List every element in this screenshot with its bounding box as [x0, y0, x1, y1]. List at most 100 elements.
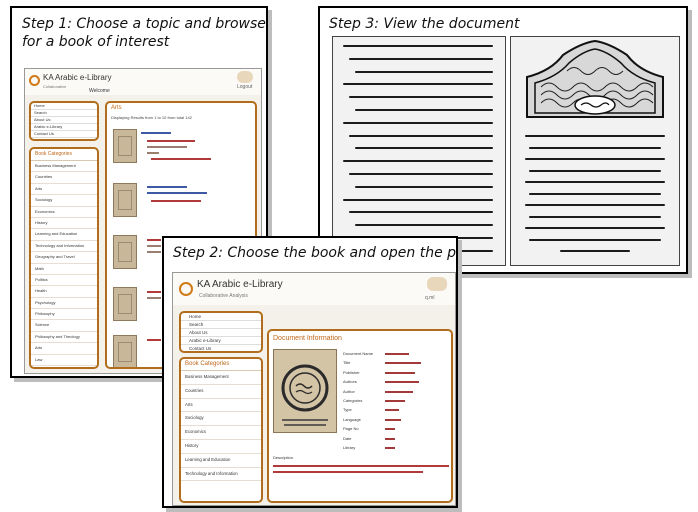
category-item[interactable]: Philosophy and Theology — [31, 332, 97, 344]
book-categories-heading: Book Categories — [181, 359, 261, 371]
field-value — [385, 381, 419, 384]
manuscript-text-line — [355, 185, 493, 188]
nav-item[interactable]: Contact Us — [31, 131, 97, 138]
category-item[interactable]: Languages — [31, 366, 97, 367]
category-item[interactable]: Arts — [31, 184, 97, 196]
field-value — [385, 353, 409, 355]
category-item[interactable]: Sociology — [31, 195, 97, 207]
nav-item[interactable]: About Us — [31, 117, 97, 124]
category-item[interactable]: Technology and Information — [31, 241, 97, 253]
description-label: Description — [273, 455, 294, 460]
manuscript-text-line — [355, 109, 493, 111]
library-header: KA Arabic e-Library Collaborative Welcom… — [25, 69, 261, 95]
category-item[interactable]: Math — [31, 264, 97, 275]
book-cover[interactable] — [113, 235, 137, 269]
cover-seal-icon — [281, 364, 329, 426]
category-item[interactable]: Economics — [181, 426, 261, 440]
library-name: KA Arabic e-Library — [197, 279, 283, 290]
field-label: Language — [343, 416, 361, 422]
manuscript-text-line — [349, 57, 493, 60]
library-logo-icon — [29, 75, 40, 86]
category-item[interactable]: Arts — [181, 399, 261, 413]
category-item[interactable]: History — [31, 218, 97, 230]
category-item[interactable]: Psychology — [31, 298, 97, 310]
library-name: KA Arabic e-Library — [43, 73, 112, 82]
nav-menu: Home Search About Us Arabic e-Library Co… — [29, 101, 99, 141]
nav-item[interactable]: Search — [181, 321, 261, 329]
category-item[interactable]: Geography and Travel — [31, 252, 97, 264]
nav-item[interactable]: Home — [31, 103, 97, 110]
manuscript-text-line — [525, 158, 665, 160]
category-item[interactable]: History — [181, 440, 261, 454]
manuscript-text-line — [355, 70, 493, 73]
field-value — [385, 400, 405, 402]
field-value — [385, 418, 401, 421]
manuscript-text-line — [525, 227, 665, 229]
category-item[interactable]: Business Management — [181, 371, 261, 385]
category-item[interactable]: Philosophy — [31, 309, 97, 321]
manuscript-text-line — [343, 160, 493, 163]
book-cover[interactable] — [113, 287, 137, 321]
field-value — [385, 371, 415, 374]
manuscript-text-line — [343, 121, 493, 124]
field-value — [385, 390, 413, 393]
category-item[interactable]: Politics — [31, 275, 97, 287]
library-logo-icon — [179, 282, 193, 296]
manuscript-text-line — [343, 45, 493, 47]
field-label: Publisher — [343, 369, 360, 375]
category-item[interactable]: Science — [31, 320, 97, 332]
library-subtitle: Collaborative — [43, 84, 67, 89]
category-item[interactable]: Learning and Education — [31, 229, 97, 241]
category-item[interactable]: Business Management — [31, 161, 97, 173]
manuscript-text-line — [355, 224, 493, 227]
nav-item[interactable]: Arabic e-Library — [31, 124, 97, 131]
nav-item[interactable]: Arabic e-Library — [181, 337, 261, 345]
book-cover[interactable] — [113, 335, 137, 367]
nav-item[interactable]: Contact Us — [181, 345, 261, 351]
corner-link[interactable]: q.ml — [425, 295, 434, 301]
manuscript-text-line — [349, 211, 493, 214]
field-value — [385, 362, 421, 365]
book-cover[interactable] — [113, 129, 137, 163]
corner-logo-icon — [237, 71, 253, 83]
field-label: Author — [343, 388, 355, 394]
category-item[interactable]: Countries — [31, 172, 97, 184]
manuscript-page-title — [510, 36, 680, 266]
category-item[interactable]: Arts — [31, 343, 97, 355]
category-item[interactable]: Economics — [31, 207, 97, 218]
field-label: Authors — [343, 379, 357, 385]
field-value — [385, 447, 395, 449]
step1-title-line1: Step 1: Choose a topic and browse — [22, 16, 266, 32]
results-summary: Displaying Results from 1 to 10 from tot… — [111, 115, 192, 120]
step3-panel: Step 3: View the document — [318, 6, 688, 274]
field-label: Page No — [343, 426, 359, 432]
nav-item[interactable]: Home — [181, 313, 261, 321]
book-categories-box: Book Categories Business Management Count… — [179, 357, 263, 503]
category-item[interactable]: Sociology — [181, 412, 261, 427]
manuscript-text-line — [529, 192, 661, 195]
library-screenshot-document: KA Arabic e-Library Collaborative Analys… — [172, 272, 456, 506]
manuscript-text-line — [349, 96, 493, 99]
category-item[interactable]: Health — [31, 286, 97, 298]
category-item[interactable]: Learning and Education — [181, 454, 261, 468]
manuscript-text-line — [525, 181, 665, 183]
manuscript-text-line — [525, 135, 665, 137]
book-categories-heading: Book Categories — [31, 149, 97, 161]
step3-title: Step 3: View the document — [329, 16, 520, 32]
category-item[interactable]: Law — [31, 355, 97, 367]
document-info-title: Document Information — [273, 335, 342, 342]
ornament-headpiece — [526, 39, 664, 118]
results-heading: Arts — [111, 105, 122, 111]
category-item[interactable]: Technology and Information — [181, 468, 261, 482]
manuscript-text-line — [349, 134, 493, 137]
manuscript-page-text — [332, 36, 506, 266]
category-item[interactable]: Countries — [181, 385, 261, 399]
nav-item[interactable]: About Us — [181, 329, 261, 337]
book-categories-box: Book Categories Business Management Count… — [29, 147, 99, 369]
document-cover[interactable] — [273, 349, 337, 433]
manuscript-text-line — [343, 198, 493, 201]
nav-item[interactable]: Search — [31, 110, 97, 117]
field-value — [385, 409, 399, 412]
book-cover[interactable] — [113, 183, 137, 217]
logout-link[interactable]: Logout — [237, 84, 252, 90]
